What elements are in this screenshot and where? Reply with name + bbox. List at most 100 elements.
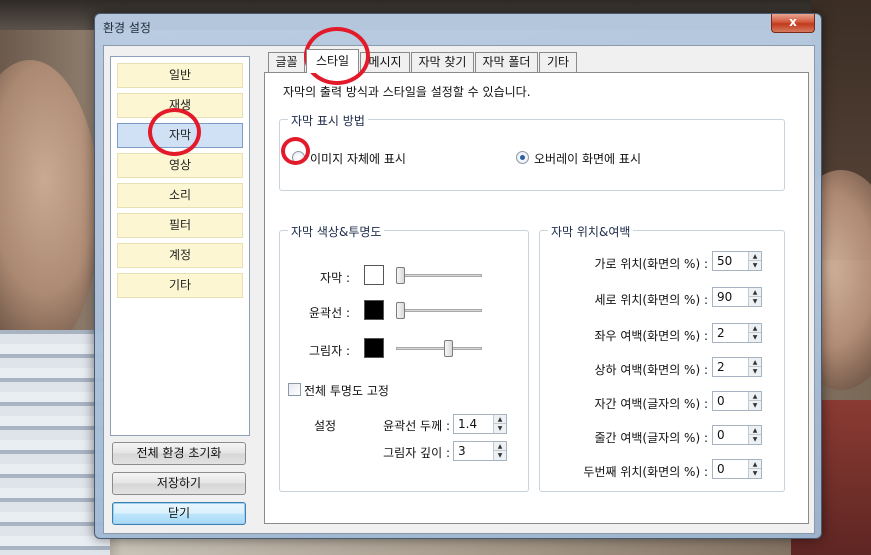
- line-spacing-value: 0: [717, 428, 725, 442]
- tab-message[interactable]: 메시지: [360, 52, 410, 72]
- outline-color-swatch[interactable]: [364, 300, 384, 320]
- category-list: 일반 재생 자막 영상 소리 필터 계정 기타: [110, 56, 250, 436]
- shadow-depth-label: 그림자 깊이 :: [383, 446, 450, 460]
- dialog-client-area: 일반 재생 자막 영상 소리 필터 계정 기타 전체 환경 초기화 저장하기 닫…: [103, 45, 815, 534]
- tab-font[interactable]: 글꼴: [268, 52, 305, 72]
- subtitle-color-swatch[interactable]: [364, 265, 384, 285]
- spin-down-icon[interactable]: ▼: [749, 401, 761, 410]
- background-person-left: [0, 60, 100, 360]
- second-position-spinner[interactable]: 0 ▲ ▼: [712, 459, 762, 479]
- shadow-color-label: 그림자 :: [309, 344, 350, 358]
- second-position-value: 0: [717, 462, 725, 476]
- horizontal-position-value: 50: [717, 254, 733, 268]
- spin-buttons: ▲ ▼: [748, 426, 761, 444]
- line-spacing-label: 줄간 여백(글자의 %) :: [594, 431, 708, 445]
- outline-thickness-label: 윤곽선 두께 :: [383, 419, 450, 433]
- tb-margin-spinner[interactable]: 2 ▲ ▼: [712, 357, 762, 377]
- category-item-subtitle[interactable]: 자막: [117, 123, 243, 148]
- category-item-sound[interactable]: 소리: [117, 183, 243, 208]
- tab-find-subtitle[interactable]: 자막 찾기: [411, 52, 474, 72]
- fix-opacity-checkbox[interactable]: [288, 383, 301, 396]
- spin-up-icon[interactable]: ▲: [749, 426, 761, 435]
- display-method-title: 자막 표시 방법: [288, 112, 368, 129]
- radio-image-display[interactable]: [292, 151, 305, 164]
- tb-margin-label: 상하 여백(화면의 %) :: [594, 363, 708, 377]
- outline-thickness-value: 1.4: [458, 417, 478, 431]
- spin-up-icon[interactable]: ▲: [749, 324, 761, 333]
- outline-thickness-spinner[interactable]: 1.4 ▲ ▼: [453, 414, 507, 434]
- tab-etc[interactable]: 기타: [539, 52, 577, 72]
- window-title: 환경 설정: [103, 21, 151, 35]
- outline-opacity-slider-track: [396, 309, 482, 312]
- letter-spacing-label: 자간 여백(글자의 %) :: [594, 397, 708, 411]
- spin-buttons: ▲ ▼: [748, 460, 761, 478]
- category-item-general[interactable]: 일반: [117, 63, 243, 88]
- spin-down-icon[interactable]: ▼: [749, 469, 761, 478]
- category-item-playback[interactable]: 재생: [117, 93, 243, 118]
- spin-up-icon[interactable]: ▲: [494, 442, 506, 451]
- page-description: 자막의 출력 방식과 스타일을 설정할 수 있습니다.: [283, 85, 531, 99]
- subtitle-opacity-slider-track: [396, 274, 482, 277]
- horizontal-position-spinner[interactable]: 50 ▲ ▼: [712, 251, 762, 271]
- radio-image-label: 이미지 자체에 표시: [310, 152, 406, 166]
- shadow-depth-value: 3: [458, 444, 466, 458]
- spin-down-icon[interactable]: ▼: [749, 435, 761, 444]
- vertical-position-label: 세로 위치(화면의 %) :: [594, 293, 708, 307]
- spin-buttons: ▲ ▼: [748, 358, 761, 376]
- spin-buttons: ▲ ▼: [748, 252, 761, 270]
- style-tab-page: 자막의 출력 방식과 스타일을 설정할 수 있습니다. 자막 표시 방법 이미지…: [264, 72, 809, 524]
- spin-down-icon[interactable]: ▼: [749, 297, 761, 306]
- tab-style[interactable]: 스타일: [306, 49, 359, 73]
- category-item-video[interactable]: 영상: [117, 153, 243, 178]
- tab-subtitle-folder[interactable]: 자막 폴더: [475, 52, 538, 72]
- spin-down-icon[interactable]: ▼: [749, 261, 761, 270]
- shadow-depth-spinner[interactable]: 3 ▲ ▼: [453, 441, 507, 461]
- tb-margin-value: 2: [717, 360, 725, 374]
- subtitle-color-label: 자막 :: [320, 271, 350, 285]
- lr-margin-label: 좌우 여백(화면의 %) :: [594, 329, 708, 343]
- spin-up-icon[interactable]: ▲: [749, 460, 761, 469]
- settings-label: 설정: [314, 419, 337, 433]
- horizontal-position-label: 가로 위치(화면의 %) :: [594, 257, 708, 271]
- vertical-position-spinner[interactable]: 90 ▲ ▼: [712, 287, 762, 307]
- spin-buttons: ▲ ▼: [748, 392, 761, 410]
- spin-buttons: ▲ ▼: [748, 288, 761, 306]
- outline-thickness-spin-buttons: ▲ ▼: [493, 415, 506, 433]
- reset-all-button[interactable]: 전체 환경 초기화: [112, 442, 246, 465]
- spin-down-icon[interactable]: ▼: [749, 367, 761, 376]
- close-button[interactable]: 닫기: [112, 502, 246, 525]
- color-opacity-group: 자막 색상&투명도 자막 : 윤곽선 : 그림자 : 전체 투명도 고정 설정 …: [279, 223, 529, 492]
- shadow-opacity-slider-track: [396, 347, 482, 350]
- spin-up-icon[interactable]: ▲: [494, 415, 506, 424]
- position-margin-title: 자막 위치&여백: [548, 223, 634, 240]
- radio-overlay-display[interactable]: [516, 151, 529, 164]
- position-margin-group: 자막 위치&여백 가로 위치(화면의 %) : 50 ▲ ▼ 세로 위치(화면의 …: [539, 223, 785, 492]
- shadow-depth-spin-buttons: ▲ ▼: [493, 442, 506, 460]
- category-item-account[interactable]: 계정: [117, 243, 243, 268]
- save-button[interactable]: 저장하기: [112, 472, 246, 495]
- lr-margin-spinner[interactable]: 2 ▲ ▼: [712, 323, 762, 343]
- fix-opacity-label: 전체 투명도 고정: [304, 384, 389, 398]
- line-spacing-spinner[interactable]: 0 ▲ ▼: [712, 425, 762, 445]
- spin-up-icon[interactable]: ▲: [749, 252, 761, 261]
- shadow-color-swatch[interactable]: [364, 338, 384, 358]
- category-item-filter[interactable]: 필터: [117, 213, 243, 238]
- category-item-etc[interactable]: 기타: [117, 273, 243, 298]
- spin-down-icon[interactable]: ▼: [749, 333, 761, 342]
- shadow-opacity-slider[interactable]: [444, 340, 453, 357]
- spin-buttons: ▲ ▼: [748, 324, 761, 342]
- settings-dialog: 환경 설정 x 일반 재생 자막 영상 소리 필터 계정 기타 전체 환경 초기…: [94, 13, 822, 539]
- close-window-button[interactable]: x: [771, 14, 815, 33]
- outline-opacity-slider[interactable]: [396, 302, 405, 319]
- spin-up-icon[interactable]: ▲: [749, 392, 761, 401]
- spin-up-icon[interactable]: ▲: [749, 358, 761, 367]
- spin-down-icon[interactable]: ▼: [494, 424, 506, 433]
- display-method-group: 자막 표시 방법 이미지 자체에 표시 오버레이 화면에 표시: [279, 112, 785, 191]
- subtitle-opacity-slider[interactable]: [396, 267, 405, 284]
- outline-color-label: 윤곽선 :: [309, 306, 350, 320]
- letter-spacing-spinner[interactable]: 0 ▲ ▼: [712, 391, 762, 411]
- vertical-position-value: 90: [717, 290, 733, 304]
- spin-up-icon[interactable]: ▲: [749, 288, 761, 297]
- spin-down-icon[interactable]: ▼: [494, 451, 506, 460]
- radio-overlay-label: 오버레이 화면에 표시: [534, 152, 641, 166]
